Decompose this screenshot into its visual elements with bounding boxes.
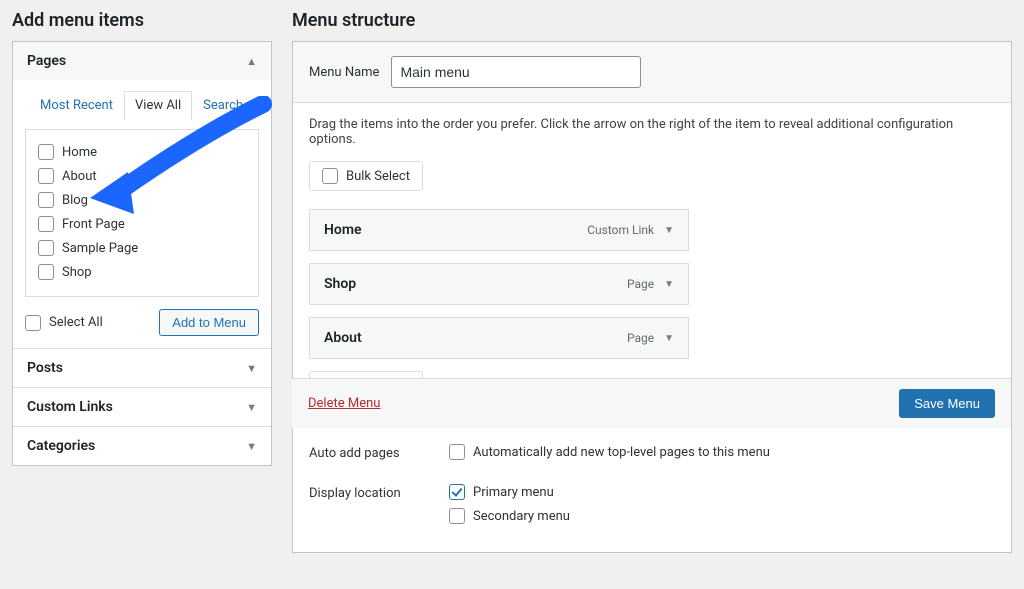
accordion-header-pages[interactable]: Pages ▲ bbox=[13, 42, 271, 80]
display-option-text: Primary menu bbox=[473, 485, 554, 500]
menu-item-type: Page bbox=[627, 277, 654, 291]
menu-item[interactable]: Shop Page ▼ bbox=[309, 263, 689, 305]
bulk-select-label: Bulk Select bbox=[346, 169, 410, 184]
accordion-section-pages: Pages ▲ Most Recent View All Search Home… bbox=[13, 42, 271, 349]
page-label: Shop bbox=[62, 265, 92, 280]
page-checkbox[interactable] bbox=[38, 264, 54, 280]
page-label: About bbox=[62, 169, 97, 184]
display-option-secondary[interactable]: Secondary menu bbox=[449, 508, 995, 524]
page-checkbox-row[interactable]: Blog bbox=[36, 188, 248, 212]
page-checkbox[interactable] bbox=[38, 216, 54, 232]
add-menu-items-heading: Add menu items bbox=[12, 10, 272, 31]
page-checkbox[interactable] bbox=[38, 240, 54, 256]
menu-header: Menu Name bbox=[293, 42, 1011, 103]
display-checkbox[interactable] bbox=[449, 484, 465, 500]
page-label: Home bbox=[62, 145, 97, 160]
pages-tabs: Most Recent View All Search bbox=[25, 90, 259, 119]
caret-down-icon: ▼ bbox=[246, 362, 257, 375]
page-label: Blog bbox=[62, 193, 88, 208]
delete-menu-link[interactable]: Delete Menu bbox=[308, 396, 380, 411]
select-all-row[interactable]: Select All bbox=[25, 315, 103, 331]
page-checkbox[interactable] bbox=[38, 144, 54, 160]
tab-view-all[interactable]: View All bbox=[124, 91, 192, 120]
tab-most-recent[interactable]: Most Recent bbox=[29, 91, 124, 120]
menu-item-type: Custom Link bbox=[587, 223, 654, 237]
auto-add-text: Automatically add new top-level pages to… bbox=[473, 445, 770, 460]
menu-item-title: Home bbox=[324, 222, 362, 238]
save-menu-button[interactable]: Save Menu bbox=[899, 389, 995, 418]
page-label: Sample Page bbox=[62, 241, 138, 256]
menu-item-type: Page bbox=[627, 331, 654, 345]
menu-item[interactable]: About Page ▼ bbox=[309, 317, 689, 359]
page-checkbox-row[interactable]: Front Page bbox=[36, 212, 248, 236]
menu-edit-panel: Menu Name Drag the items into the order … bbox=[292, 41, 1012, 553]
menu-name-label: Menu Name bbox=[309, 65, 379, 80]
display-location-label: Display location bbox=[309, 484, 449, 501]
display-checkbox[interactable] bbox=[449, 508, 465, 524]
page-checkbox[interactable] bbox=[38, 192, 54, 208]
accordion-title: Pages bbox=[27, 53, 66, 69]
select-all-label: Select All bbox=[49, 315, 103, 330]
display-option-text: Secondary menu bbox=[473, 509, 570, 524]
accordion-header-custom-links[interactable]: Custom Links ▼ bbox=[13, 388, 271, 426]
bulk-select-top[interactable]: Bulk Select bbox=[309, 161, 423, 191]
page-checkbox[interactable] bbox=[38, 168, 54, 184]
pages-list: Home About Blog Front Page Sample Page S… bbox=[25, 129, 259, 297]
auto-add-checkbox[interactable] bbox=[449, 444, 465, 460]
caret-down-icon[interactable]: ▼ bbox=[664, 333, 674, 344]
tab-search[interactable]: Search bbox=[192, 91, 254, 120]
auto-add-option[interactable]: Automatically add new top-level pages to… bbox=[449, 444, 995, 460]
caret-down-icon: ▼ bbox=[246, 440, 257, 453]
auto-add-label: Auto add pages bbox=[309, 444, 449, 461]
accordion-title: Categories bbox=[27, 438, 95, 454]
accordion-header-categories[interactable]: Categories ▼ bbox=[13, 427, 271, 465]
accordion: Pages ▲ Most Recent View All Search Home… bbox=[12, 41, 272, 466]
caret-up-icon: ▲ bbox=[246, 55, 257, 68]
menu-name-input[interactable] bbox=[391, 56, 641, 88]
add-to-menu-button[interactable]: Add to Menu bbox=[159, 309, 259, 336]
instructions-text: Drag the items into the order you prefer… bbox=[309, 117, 995, 147]
menu-item[interactable]: Home Custom Link ▼ bbox=[309, 209, 689, 251]
bulk-select-checkbox[interactable] bbox=[322, 168, 338, 184]
select-all-checkbox[interactable] bbox=[25, 315, 41, 331]
page-label: Front Page bbox=[62, 217, 125, 232]
page-checkbox-row[interactable]: Sample Page bbox=[36, 236, 248, 260]
accordion-title: Posts bbox=[27, 360, 63, 376]
caret-down-icon[interactable]: ▼ bbox=[664, 225, 674, 236]
caret-down-icon: ▼ bbox=[246, 401, 257, 414]
menu-items-list: Home Custom Link ▼ Shop Page ▼ bbox=[309, 209, 689, 359]
menu-item-title: About bbox=[324, 330, 362, 346]
menu-footer: Delete Menu Save Menu bbox=[292, 378, 1011, 428]
page-checkbox-row[interactable]: About bbox=[36, 164, 248, 188]
accordion-header-posts[interactable]: Posts ▼ bbox=[13, 349, 271, 387]
accordion-title: Custom Links bbox=[27, 399, 113, 415]
caret-down-icon[interactable]: ▼ bbox=[664, 279, 674, 290]
display-option-primary[interactable]: Primary menu bbox=[449, 484, 995, 500]
menu-structure-heading: Menu structure bbox=[292, 10, 1012, 31]
page-checkbox-row[interactable]: Shop bbox=[36, 260, 248, 284]
menu-item-title: Shop bbox=[324, 276, 356, 292]
page-checkbox-row[interactable]: Home bbox=[36, 140, 248, 164]
